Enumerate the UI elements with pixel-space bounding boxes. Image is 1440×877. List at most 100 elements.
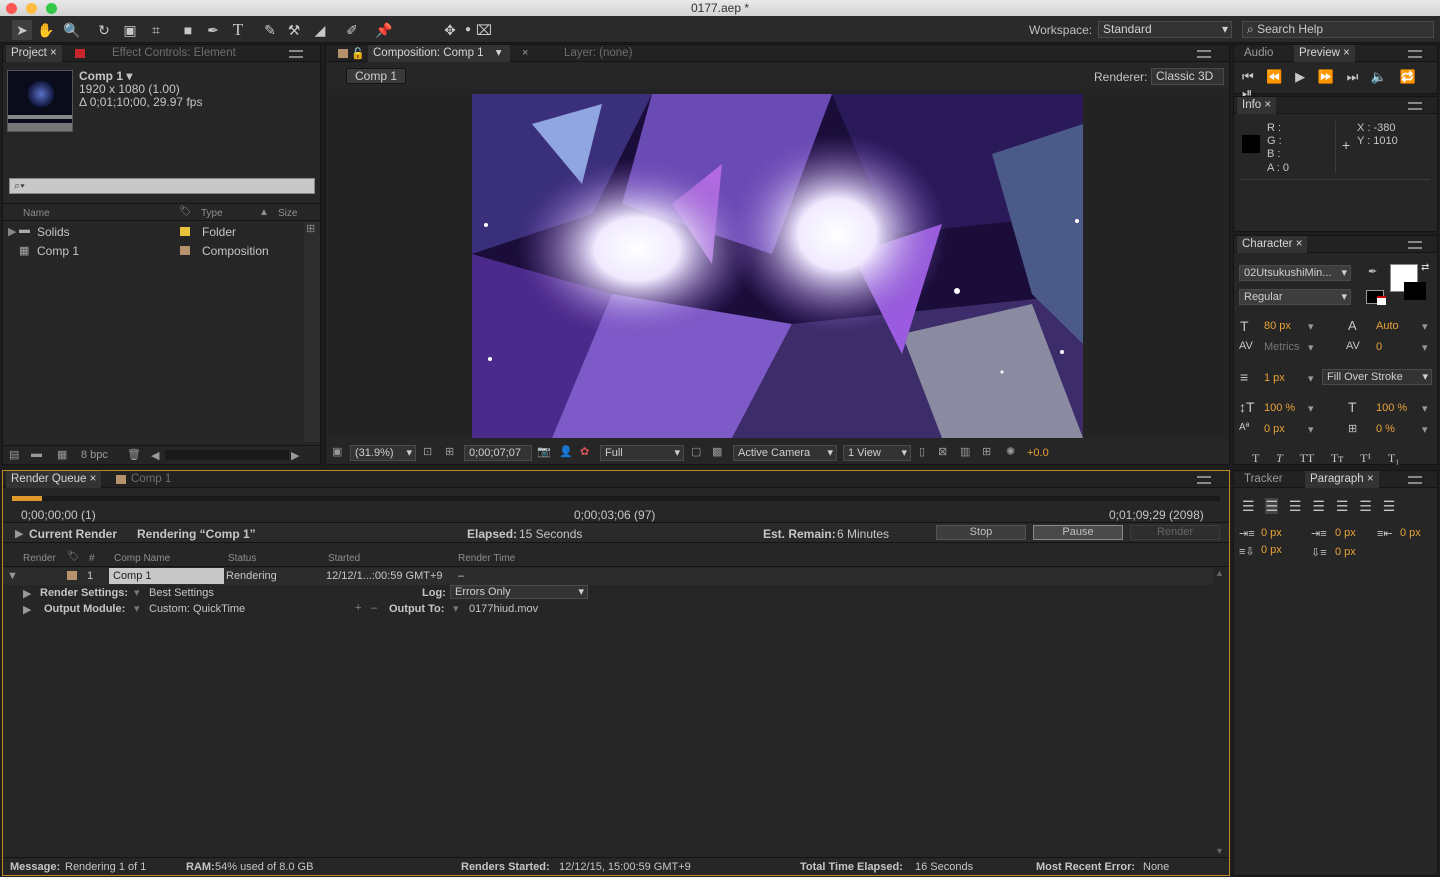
chevron-down-icon[interactable]: ▾ xyxy=(453,602,459,615)
output-module-value[interactable]: Custom: QuickTime xyxy=(149,603,245,615)
label-tag-icon[interactable]: 🏷 xyxy=(179,206,192,217)
justify-right-icon[interactable]: ☰ xyxy=(1359,498,1372,514)
render-button[interactable]: Render xyxy=(1130,525,1220,540)
search-help-field[interactable]: ⌕ Search Help xyxy=(1242,21,1434,38)
transparency-grid-icon[interactable]: ▩ xyxy=(712,445,722,458)
type-tool-icon[interactable]: T xyxy=(228,20,248,40)
column-render-time[interactable]: Render Time xyxy=(458,553,515,564)
tab-effect-controls[interactable]: Effect Controls: Element xyxy=(107,45,241,62)
font-size-value[interactable]: 80 px xyxy=(1264,320,1291,332)
bit-depth-button[interactable]: 8 bpc xyxy=(81,449,108,461)
magnification-select[interactable]: (31.9%) ▾ xyxy=(350,445,416,461)
pen-tool-icon[interactable]: ✒ xyxy=(203,20,223,40)
panel-menu-icon[interactable] xyxy=(1408,476,1422,484)
text-style-buttons[interactable]: T T TT Tᴛ T¹ T₁ xyxy=(1252,451,1399,466)
tab-comp-1[interactable]: Comp 1 xyxy=(126,471,176,488)
column-number[interactable]: # xyxy=(89,553,95,564)
justify-all-icon[interactable]: ☰ xyxy=(1383,498,1396,514)
tab-layer[interactable]: Layer: (none) xyxy=(559,45,637,62)
close-window-button[interactable] xyxy=(6,3,17,14)
new-composition-icon[interactable]: ▦ xyxy=(57,448,67,461)
indent-left-value[interactable]: 0 px xyxy=(1261,527,1282,539)
snapshot-icon[interactable]: 📷 xyxy=(537,445,551,458)
panel-menu-icon[interactable] xyxy=(1197,476,1211,484)
queue-item-comp[interactable]: Comp 1 xyxy=(109,568,224,584)
puppet-pin-tool-icon[interactable]: 📌 xyxy=(374,20,394,40)
render-settings-value[interactable]: Best Settings xyxy=(149,587,214,599)
tsume-value[interactable]: 0 % xyxy=(1376,423,1395,435)
roto-brush-tool-icon[interactable]: ✐ xyxy=(342,20,362,40)
trash-icon[interactable]: 🗑 xyxy=(127,448,141,461)
panel-menu-icon[interactable] xyxy=(289,50,303,58)
horizontal-scale-value[interactable]: 100 % xyxy=(1376,402,1407,414)
label-tag-icon[interactable]: 🏷 xyxy=(67,551,80,562)
tab-info[interactable]: Info × xyxy=(1237,97,1277,114)
camera-select[interactable]: Active Camera ▾ xyxy=(733,445,837,461)
new-folder-icon[interactable]: ▬ xyxy=(31,448,42,460)
exposure-reset-icon[interactable]: ✺ xyxy=(1006,445,1015,458)
panel-menu-icon[interactable] xyxy=(1408,102,1422,110)
stop-button[interactable]: Stop xyxy=(936,525,1026,540)
rotation-tool-icon[interactable]: ↻ xyxy=(94,20,114,40)
panel-menu-icon[interactable] xyxy=(1197,50,1211,58)
lock-icon[interactable]: 🔓 xyxy=(351,47,365,60)
region-of-interest-icon[interactable]: ▢ xyxy=(691,445,701,458)
comp-viewer[interactable] xyxy=(328,89,1229,438)
panel-menu-icon[interactable] xyxy=(1408,50,1422,58)
baseline-shift-value[interactable]: 0 px xyxy=(1264,423,1285,435)
indent-first-value[interactable]: 0 px xyxy=(1335,527,1356,539)
loop-icon[interactable]: 🔁 xyxy=(1400,69,1416,84)
comp-name[interactable]: Comp 1 ▾ xyxy=(79,69,132,83)
justify-left-icon[interactable]: ☰ xyxy=(1312,498,1325,514)
list-item[interactable]: ▶ ▬ Solids Folder xyxy=(3,222,303,241)
font-style-select[interactable]: Regular ▾ xyxy=(1239,289,1351,305)
audio-icon[interactable]: 🔈 xyxy=(1371,69,1387,84)
chevron-down-icon[interactable]: ▾ xyxy=(1308,320,1314,333)
chevron-down-icon[interactable]: ▾ xyxy=(1308,402,1314,415)
justify-center-icon[interactable]: ☰ xyxy=(1336,498,1349,514)
swap-colors-icon[interactable]: ⇄ xyxy=(1421,262,1429,273)
align-center-icon[interactable]: ☰ xyxy=(1265,498,1279,514)
channel-icon[interactable]: ✿ xyxy=(580,445,589,458)
column-name[interactable]: Name xyxy=(23,208,50,219)
first-frame-icon[interactable]: ⏮ xyxy=(1242,69,1254,84)
tab-render-queue[interactable]: Render Queue × xyxy=(6,471,102,488)
play-icon[interactable]: ▶ xyxy=(1295,69,1305,84)
fit-icon[interactable]: ⊡ xyxy=(423,445,432,458)
tab-audio[interactable]: Audio xyxy=(1239,45,1278,62)
tab-tracker[interactable]: Tracker xyxy=(1239,471,1288,488)
always-preview-icon[interactable]: ▣ xyxy=(332,445,342,458)
zoom-window-button[interactable] xyxy=(46,3,57,14)
eraser-tool-icon[interactable]: ◢ xyxy=(310,20,330,40)
chevron-down-icon[interactable]: ▾ xyxy=(1308,341,1314,354)
column-size[interactable]: Size xyxy=(278,208,297,219)
workspace-select[interactable]: Standard ▾ xyxy=(1098,21,1232,38)
view-axis-icon[interactable]: ⌧ xyxy=(474,20,494,40)
chevron-down-icon[interactable]: ▾ xyxy=(1422,341,1428,354)
align-left-icon[interactable]: ☰ xyxy=(1242,498,1255,514)
zoom-tool-icon[interactable]: 🔍 xyxy=(62,20,82,40)
clone-stamp-tool-icon[interactable]: ⚒ xyxy=(284,20,304,40)
align-right-icon[interactable]: ☰ xyxy=(1289,498,1302,514)
chevron-down-icon[interactable]: ▾ xyxy=(1422,423,1428,436)
chevron-down-icon[interactable]: ▾ xyxy=(1422,320,1428,333)
resolution-select[interactable]: Full ▾ xyxy=(600,445,684,461)
list-item[interactable]: ▦ Comp 1 Composition xyxy=(3,241,303,260)
selection-tool-icon[interactable]: ➤ xyxy=(12,20,32,40)
chevron-down-icon[interactable]: ▾ xyxy=(1308,372,1314,385)
kerning-value[interactable]: Metrics xyxy=(1264,341,1299,353)
tab-paragraph[interactable]: Paragraph × xyxy=(1305,471,1379,488)
scroll-left-icon[interactable]: ◀ xyxy=(151,449,159,462)
log-select[interactable]: Errors Only ▾ xyxy=(450,585,588,599)
no-color-swatch[interactable] xyxy=(1377,296,1386,305)
views-select[interactable]: 1 View ▾ xyxy=(843,445,911,461)
safe-margins-icon[interactable]: ⊞ xyxy=(445,445,454,458)
disclosure-triangle-icon[interactable]: ▶ xyxy=(8,225,16,238)
fast-previews-icon[interactable]: ⊠ xyxy=(938,445,947,458)
space-before-value[interactable]: 0 px xyxy=(1261,544,1282,556)
tab-preview[interactable]: Preview × xyxy=(1294,45,1355,62)
vertical-scale-value[interactable]: 100 % xyxy=(1264,402,1295,414)
tab-composition[interactable]: Composition: Comp 1 ▾ xyxy=(368,45,510,62)
column-comp-name[interactable]: Comp Name xyxy=(114,553,170,564)
interpret-footage-icon[interactable]: ▤ xyxy=(9,448,19,461)
